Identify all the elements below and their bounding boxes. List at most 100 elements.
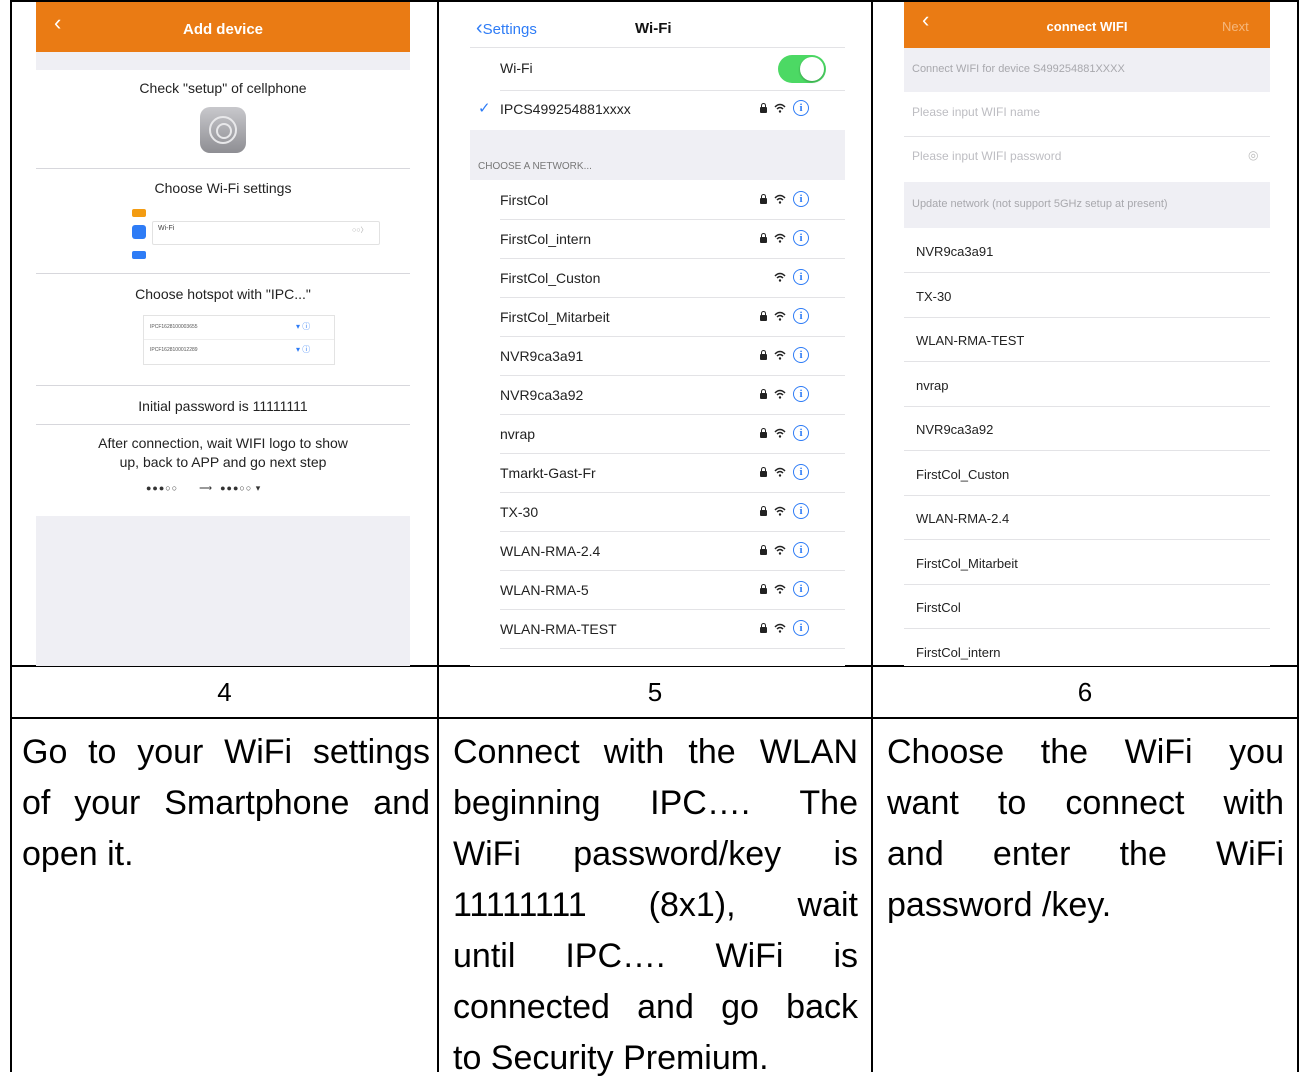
network-row-name[interactable]: WLAN-RMA-TEST: [500, 621, 617, 637]
device-note: Connect WIFI for device S499254881XXXX: [912, 63, 1125, 75]
table-border: [437, 0, 439, 1072]
network-row-name[interactable]: nvrap: [500, 426, 535, 442]
network-row-name[interactable]: NVR9ca3a92: [500, 387, 583, 403]
info-icon[interactable]: i: [793, 308, 809, 324]
network-row-icons: i: [760, 425, 809, 441]
lock-icon: [760, 388, 767, 399]
info-icon[interactable]: i: [793, 503, 809, 519]
network-row-name[interactable]: Tmarkt-Gast-Fr: [500, 465, 596, 481]
network-row-icons: i: [760, 269, 809, 285]
next-button[interactable]: Next: [1222, 19, 1249, 34]
wifi-icon: [774, 389, 786, 399]
back-settings-link[interactable]: ‹Settings: [476, 17, 537, 40]
caption-line: connected and go back: [453, 988, 858, 1026]
network-row-name[interactable]: FirstCol_intern: [916, 645, 1001, 660]
caption-line: beginning IPC…. The: [453, 784, 858, 822]
gray-footer: [36, 516, 410, 666]
lock-icon: [760, 466, 767, 477]
wifi-name-input[interactable]: Please input WIFI name: [912, 105, 1040, 119]
lock-icon: [760, 427, 767, 438]
network-row-icons: i: [760, 620, 809, 636]
network-row-icons: i: [760, 191, 809, 207]
info-icon[interactable]: i: [793, 425, 809, 441]
wifi-toggle[interactable]: [778, 55, 826, 83]
wifi-icon: [774, 428, 786, 438]
network-row-icons: i: [760, 581, 809, 597]
eye-icon[interactable]: ◎: [1248, 148, 1258, 162]
caption-line: password /key.: [887, 886, 1112, 924]
connected-network[interactable]: IPCS499254881xxxx: [500, 101, 631, 117]
info-icon[interactable]: i: [793, 100, 809, 116]
caption-line: 11111111 (8x1), wait: [453, 886, 858, 924]
wifi-password-input[interactable]: Please input WIFI password: [912, 149, 1061, 163]
step-after-connection-1: After connection, wait WIFI logo to show: [98, 435, 348, 451]
signal-transition-icon: ●●●○○ ⟶ ●●●○○ ▾: [146, 483, 262, 493]
lock-icon: [760, 622, 767, 633]
info-icon[interactable]: i: [793, 347, 809, 363]
network-row-name[interactable]: NVR9ca3a91: [500, 348, 583, 364]
network-row-icons: i: [760, 230, 809, 246]
network-row-name[interactable]: nvrap: [916, 378, 949, 393]
step-after-connection-2: up, back to APP and go next step: [119, 454, 327, 470]
info-icon[interactable]: i: [793, 542, 809, 558]
section-header: CHOOSE A NETWORK...: [478, 161, 592, 172]
mini-hotspot-list: IPCF1628100003655 ▾ ⓘ IPCF1628100012289 …: [143, 315, 335, 365]
lock-icon: [760, 102, 767, 113]
caption-line: want to connect with: [887, 784, 1284, 822]
info-icon[interactable]: i: [793, 464, 809, 480]
network-row-name[interactable]: TX-30: [916, 289, 951, 304]
network-row-name[interactable]: NVR9ca3a92: [916, 422, 993, 437]
wifi-icon: [774, 311, 786, 321]
network-row-name[interactable]: TX-30: [500, 504, 538, 520]
mini-settings-preview: Wi-Fi ○○〉: [132, 207, 382, 263]
info-icon[interactable]: i: [793, 191, 809, 207]
table-border: [1297, 0, 1299, 1072]
network-row-name[interactable]: NVR9ca3a91: [916, 244, 993, 259]
wifi-icon: [774, 623, 786, 633]
caption-line: until IPC…. WiFi is: [453, 937, 858, 975]
network-row-name[interactable]: FirstCol_Mitarbeit: [916, 556, 1018, 571]
screen-ios-wifi: ‹Settings Wi-Fi Wi-Fi ✓ IPCS499254881xxx…: [470, 2, 845, 666]
lock-icon: [760, 583, 767, 594]
checkmark-icon: ✓: [478, 100, 491, 117]
info-icon[interactable]: i: [793, 386, 809, 402]
network-row-name[interactable]: WLAN-RMA-TEST: [916, 333, 1024, 348]
network-row-name[interactable]: FirstCol_Mitarbeit: [500, 309, 610, 325]
info-icon[interactable]: i: [793, 269, 809, 285]
network-row-name[interactable]: WLAN-RMA-5: [500, 582, 589, 598]
lock-icon: [760, 232, 767, 243]
caption-line: Go to your WiFi settings: [22, 733, 430, 771]
connected-icons: i: [760, 100, 809, 116]
network-row-name[interactable]: FirstCol: [500, 192, 548, 208]
wifi-icon: [774, 350, 786, 360]
network-row-name[interactable]: FirstCol_intern: [500, 231, 591, 247]
nav-title: Add device: [182, 21, 264, 38]
table-border: [10, 0, 12, 1072]
info-icon[interactable]: i: [793, 620, 809, 636]
table-border: [871, 0, 873, 1072]
lock-icon: [760, 505, 767, 516]
section-gap: [470, 130, 845, 180]
toggle-knob: [800, 57, 824, 81]
wifi-icon: [774, 584, 786, 594]
network-row-name[interactable]: WLAN-RMA-2.4: [500, 543, 600, 559]
table-border: [10, 717, 1299, 719]
nav-bar: ‹ connect WIFI Next: [904, 2, 1270, 48]
info-icon[interactable]: i: [793, 581, 809, 597]
update-note-bar: Update network (not support 5GHz setup a…: [904, 182, 1270, 228]
network-row-icons: i: [760, 464, 809, 480]
step-initial-password: Initial password is 11111111: [138, 398, 308, 414]
caption-step-6: Choose the WiFi you want to connect with a…: [887, 727, 1284, 931]
network-row-name[interactable]: FirstCol: [916, 600, 961, 615]
info-icon[interactable]: i: [793, 230, 809, 246]
device-note-bar: Connect WIFI for device S499254881XXXX: [904, 48, 1270, 92]
network-row-name[interactable]: FirstCol_Custon: [916, 467, 1009, 482]
update-note: Update network (not support 5GHz setup a…: [912, 198, 1168, 210]
network-row-name[interactable]: WLAN-RMA-2.4: [916, 511, 1009, 526]
wifi-icon: [774, 506, 786, 516]
wifi-icon: [774, 545, 786, 555]
back-label: Settings: [482, 21, 537, 38]
wifi-icon: [774, 194, 786, 204]
network-row-name[interactable]: FirstCol_Custon: [500, 270, 600, 286]
caption-line: WiFi password/key is: [453, 835, 858, 873]
